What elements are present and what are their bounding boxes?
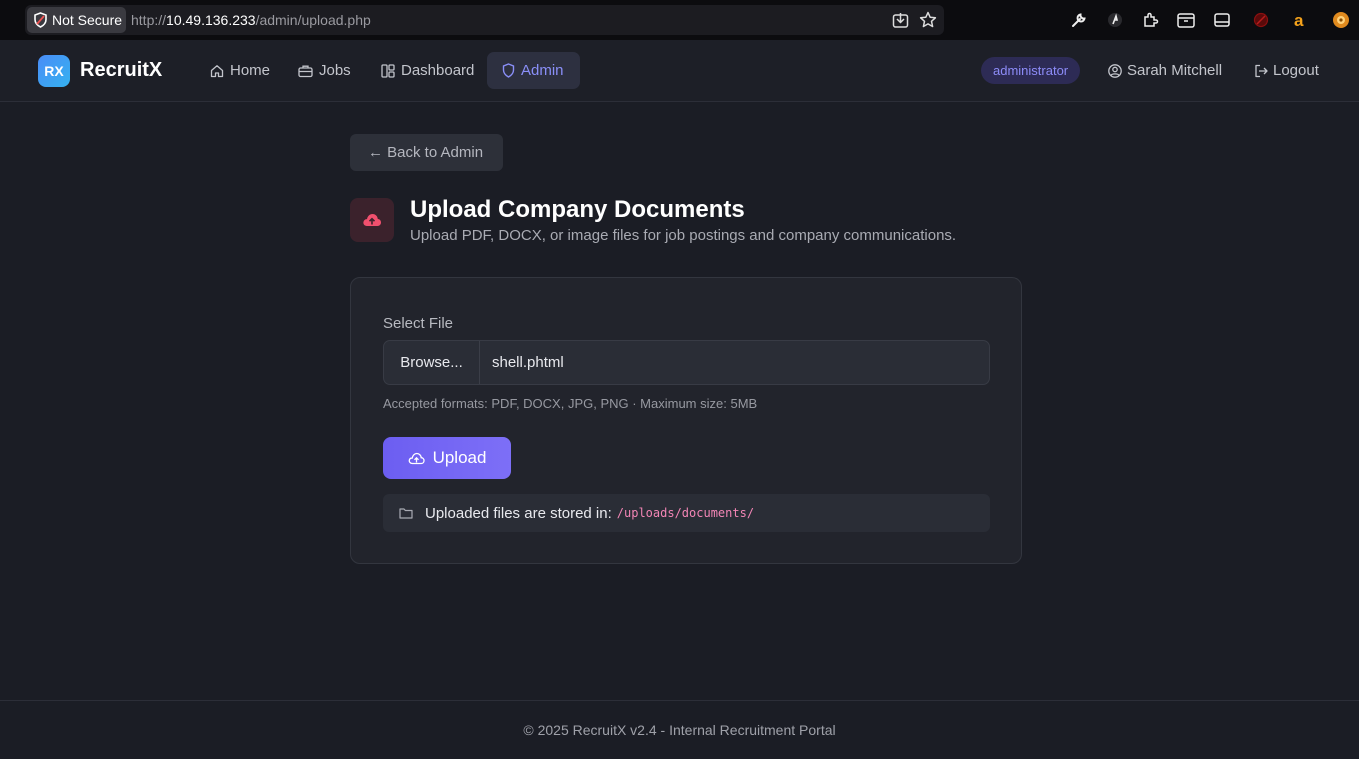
wrench-icon[interactable] [1069, 10, 1089, 30]
nav-home[interactable]: Home [198, 52, 282, 89]
home-icon [210, 64, 224, 77]
footer-text: © 2025 RecruitX v2.4 - Internal Recruitm… [523, 722, 836, 738]
logout-label: Logout [1273, 62, 1319, 79]
user-profile-link[interactable]: Sarah Mitchell [1108, 62, 1222, 79]
url-scheme: http:// [131, 12, 167, 28]
storage-info: Uploaded files are stored in: /uploads/d… [383, 494, 990, 532]
upload-button[interactable]: Upload [383, 437, 511, 479]
browse-button[interactable]: Browse... [384, 341, 480, 384]
security-label: Not Secure [52, 12, 123, 28]
avatar-icon[interactable] [1331, 10, 1351, 30]
select-file-label: Select File [383, 315, 454, 332]
upload-label: Upload [432, 448, 487, 467]
nav-dashboard[interactable]: Dashboard [369, 52, 486, 89]
nav-admin-label: Admin [521, 62, 564, 79]
blocker-icon[interactable] [1251, 10, 1271, 30]
browser-toolbar: Not Secure http://10.49.136.233/admin/up… [0, 0, 1359, 40]
logout-link[interactable]: Logout [1254, 62, 1319, 79]
shield-icon [502, 63, 515, 78]
address-bar[interactable]: Not Secure http://10.49.136.233/admin/up… [25, 5, 944, 35]
folder-icon [399, 508, 413, 519]
sidebar-icon[interactable] [1212, 10, 1232, 30]
upload-form-card: Select File Browse... shell.phtml Accept… [350, 277, 1022, 564]
nav-jobs-label: Jobs [319, 62, 351, 79]
storage-text: Uploaded files are stored in: [425, 504, 612, 522]
container-icon[interactable] [1176, 10, 1196, 30]
shield-warning-icon [34, 12, 47, 28]
app-name[interactable]: RecruitX [80, 59, 162, 82]
user-name: Sarah Mitchell [1127, 62, 1223, 79]
app-header: RX RecruitX Home Jobs Dashboard Admin ad… [0, 40, 1359, 102]
upload-cloud-icon [350, 198, 394, 242]
svg-text:a: a [1294, 11, 1304, 29]
cloud-upload-icon [408, 452, 425, 464]
accepted-formats-hint: Accepted formats: PDF, DOCX, JPG, PNG · … [383, 396, 758, 411]
nav-home-label: Home [230, 62, 271, 79]
back-to-admin-button[interactable]: ← Back to Admin [350, 134, 503, 171]
install-icon[interactable] [891, 11, 909, 29]
security-indicator[interactable]: Not Secure [27, 7, 126, 33]
logout-icon [1255, 64, 1268, 77]
nav-admin[interactable]: Admin [487, 52, 580, 89]
puzzle-icon[interactable] [1141, 10, 1161, 30]
url-text[interactable]: http://10.49.136.233/admin/upload.php [131, 12, 371, 28]
file-input[interactable]: Browse... shell.phtml [383, 340, 990, 385]
logo-mark[interactable]: RX [38, 55, 70, 87]
storage-path: /uploads/documents/ [616, 506, 755, 520]
selected-file-name: shell.phtml [492, 354, 564, 371]
amazon-icon[interactable]: a [1290, 10, 1310, 30]
user-icon [1108, 63, 1122, 78]
footer: © 2025 RecruitX v2.4 - Internal Recruitm… [0, 700, 1359, 759]
url-host: 10.49.136.233 [166, 12, 256, 28]
nav-dashboard-label: Dashboard [401, 62, 475, 79]
bookmark-star-icon[interactable] [919, 11, 937, 29]
page-title: Upload Company Documents [410, 196, 745, 223]
briefcase-icon [298, 65, 313, 77]
nav-jobs[interactable]: Jobs [286, 52, 363, 89]
dashboard-icon [381, 63, 395, 78]
extension-arrow-icon[interactable] [1105, 10, 1125, 30]
role-badge: administrator [981, 57, 1081, 84]
url-path: /admin/upload.php [255, 12, 371, 28]
page-subtitle: Upload PDF, DOCX, or image files for job… [410, 227, 957, 244]
